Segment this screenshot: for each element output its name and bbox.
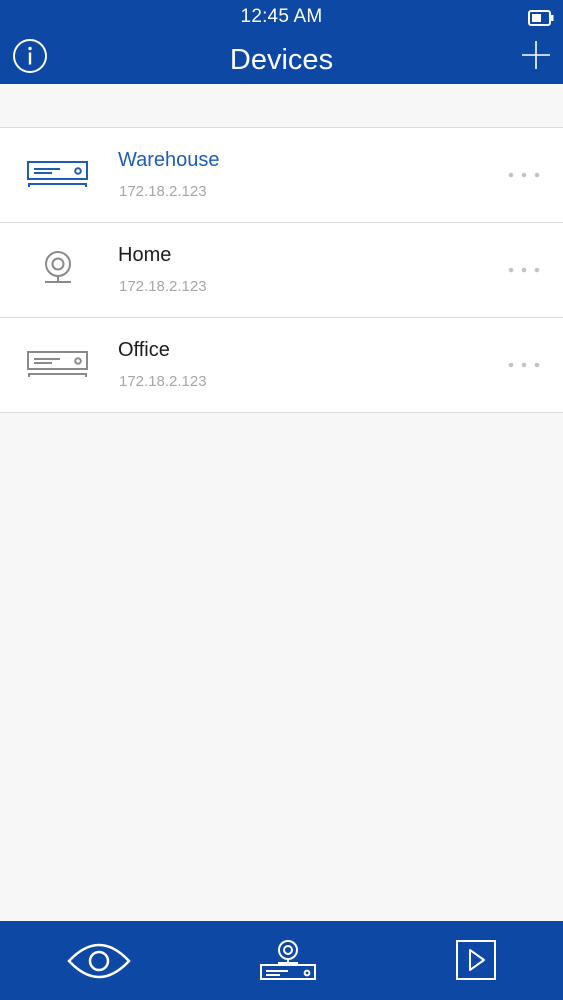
device-name: Office	[118, 339, 170, 361]
device-row-office[interactable]: Office 172.18.2.123	[0, 318, 563, 413]
more-options-icon[interactable]	[507, 263, 541, 277]
device-row-warehouse[interactable]: Warehouse 172.18.2.123	[0, 128, 563, 223]
camera-icon	[45, 251, 71, 283]
app-screen: 12:45 AM Devices Warehouse 172.18.2.123 …	[0, 0, 563, 1000]
device-row-home[interactable]: Home 172.18.2.123	[0, 223, 563, 318]
eye-icon[interactable]	[62, 933, 136, 989]
more-options-icon[interactable]	[507, 168, 541, 182]
tab-bar	[0, 921, 563, 1000]
page-title: Devices	[229, 44, 334, 76]
plus-icon[interactable]	[521, 40, 551, 70]
play-icon[interactable]	[446, 933, 506, 989]
device-ip: 172.18.2.123	[119, 373, 207, 390]
device-name: Warehouse	[118, 149, 220, 171]
device-ip: 172.18.2.123	[119, 278, 207, 295]
recorder-icon	[27, 161, 88, 187]
header-bar: 12:45 AM Devices	[0, 0, 563, 84]
more-options-icon[interactable]	[507, 358, 541, 372]
battery-icon	[528, 10, 554, 26]
device-ip: 172.18.2.123	[119, 183, 207, 200]
device-list: Warehouse 172.18.2.123 Home 172.18.2.123	[0, 127, 563, 413]
recorder-icon	[27, 351, 88, 377]
device-name: Home	[118, 244, 172, 266]
device-icon[interactable]	[254, 933, 322, 989]
status-time: 12:45 AM	[240, 6, 323, 27]
